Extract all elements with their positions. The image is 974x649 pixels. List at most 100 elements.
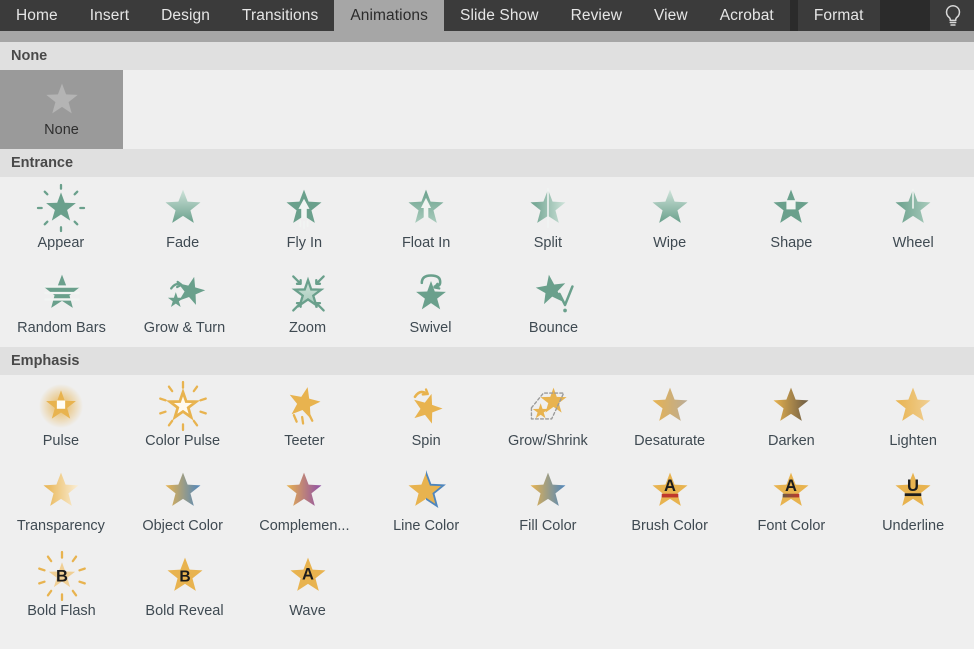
- animation-tile-brush-color[interactable]: A Brush Color: [609, 460, 731, 545]
- gallery-row: Appear Fade Fly In Float In Split Wipe Shape Wh…: [0, 177, 974, 262]
- animation-tile-label: Fade: [166, 235, 200, 251]
- animation-tile-appear[interactable]: Appear: [0, 177, 122, 262]
- animation-tile-transparency[interactable]: Transparency: [0, 460, 122, 545]
- section-rows-emphasis: Pulse Color Pulse Teeter Spin Grow/Shrink Des…: [0, 375, 974, 630]
- line-color-star-icon: [400, 466, 452, 516]
- ribbon-tab-acrobat[interactable]: Acrobat: [703, 0, 790, 31]
- underline-star-icon: U: [887, 466, 939, 516]
- animation-tile-bold-reveal[interactable]: B Bold Reveal: [123, 545, 246, 630]
- animation-tile-pulse[interactable]: Pulse: [0, 375, 122, 460]
- random-bars-star-icon: [36, 268, 88, 318]
- ribbon-tab-label: Transitions: [241, 6, 319, 24]
- svg-text:B: B: [179, 569, 190, 586]
- animation-tile-bounce[interactable]: Bounce: [492, 262, 615, 347]
- animation-tile-darken[interactable]: Darken: [731, 375, 853, 460]
- ribbon-tab-label: View: [653, 6, 688, 24]
- grow-and-turn-star-icon: [159, 268, 211, 318]
- zoom-star-icon: [282, 268, 334, 318]
- animation-tile-wave[interactable]: A Wave: [246, 545, 369, 630]
- lighten-star-icon: [887, 381, 939, 431]
- animation-tile-none[interactable]: None: [0, 70, 123, 149]
- svg-text:A: A: [302, 565, 314, 584]
- animation-tile-color-pulse[interactable]: Color Pulse: [122, 375, 244, 460]
- wipe-star-icon: [644, 183, 696, 233]
- appear-star-icon: [35, 183, 87, 233]
- animation-tile-fade[interactable]: Fade: [122, 177, 244, 262]
- ribbon-tab-label: Slide Show: [460, 6, 539, 24]
- animation-tile-label: Desaturate: [634, 433, 706, 449]
- animation-tile-grow-shrink[interactable]: Grow/Shrink: [487, 375, 609, 460]
- gallery-row: Random Bars Grow & Turn Zoom Swivel Bounce: [0, 262, 974, 347]
- animation-tile-fly-in[interactable]: Fly In: [244, 177, 366, 262]
- animation-tile-lighten[interactable]: Lighten: [852, 375, 974, 460]
- ribbon-tab-animations[interactable]: Animations: [334, 0, 445, 31]
- animation-tile-float-in[interactable]: Float In: [365, 177, 487, 262]
- ribbon-tab-label: Design: [161, 6, 210, 24]
- animation-tile-shape[interactable]: Shape: [731, 177, 853, 262]
- gallery-row: Pulse Color Pulse Teeter Spin Grow/Shrink Des…: [0, 375, 974, 460]
- ribbon-tab-view[interactable]: View: [637, 0, 704, 31]
- animation-tile-label: Font Color: [757, 518, 826, 534]
- animation-tile-wipe[interactable]: Wipe: [609, 177, 731, 262]
- lightbulb-icon: [945, 4, 961, 26]
- animation-tile-random-bars[interactable]: Random Bars: [0, 262, 123, 347]
- complementary-color-star-icon: [278, 466, 330, 516]
- animation-tile-bold-flash[interactable]: B Bold Flash: [0, 545, 123, 630]
- fill-color-star-icon: [522, 466, 574, 516]
- animation-tile-underline[interactable]: U Underline: [852, 460, 974, 545]
- bounce-star-icon: [528, 268, 580, 318]
- animation-tile-desaturate[interactable]: Desaturate: [609, 375, 731, 460]
- section-header-label: None: [11, 48, 48, 64]
- section-header-label: Entrance: [11, 155, 74, 171]
- animation-tile-fill-color[interactable]: Fill Color: [487, 460, 609, 545]
- pulse-star-icon: [35, 381, 87, 431]
- animation-tile-label: Bounce: [528, 320, 579, 336]
- bold-reveal-star-icon: B: [159, 551, 211, 601]
- ribbon-tab-label: Home: [16, 6, 58, 24]
- svg-text:U: U: [907, 476, 919, 495]
- ribbon-tab-review[interactable]: Review: [554, 0, 638, 31]
- animation-tile-label: Fill Color: [519, 518, 577, 534]
- ribbon-tab-insert[interactable]: Insert: [73, 0, 146, 31]
- gallery-row: None: [0, 70, 974, 149]
- ribbon-tab-slide-show[interactable]: Slide Show: [444, 0, 555, 31]
- animation-tile-line-color[interactable]: Line Color: [365, 460, 487, 545]
- section-header-entrance: Entrance: [0, 149, 974, 177]
- animation-tile-label: Complemen...: [259, 518, 350, 534]
- animation-tile-complemen[interactable]: Complemen...: [244, 460, 366, 545]
- ribbon-tab-home[interactable]: Home: [0, 0, 74, 31]
- animation-tile-wheel[interactable]: Wheel: [852, 177, 974, 262]
- animation-tile-split[interactable]: Split: [487, 177, 609, 262]
- animation-tile-teeter[interactable]: Teeter: [244, 375, 366, 460]
- animation-tile-label: Shape: [770, 235, 813, 251]
- ribbon-tab-label: Insert: [89, 6, 130, 24]
- animation-tile-label: Object Color: [142, 518, 223, 534]
- animation-tile-label: Underline: [882, 518, 945, 534]
- animation-tile-grow-turn[interactable]: Grow & Turn: [123, 262, 246, 347]
- desaturate-star-icon: [644, 381, 696, 431]
- animation-tile-label: Wheel: [892, 235, 934, 251]
- fly-in-star-icon: [278, 183, 330, 233]
- animation-tile-label: Lighten: [889, 433, 937, 449]
- animation-tile-object-color[interactable]: Object Color: [122, 460, 244, 545]
- none-star-icon: [36, 80, 88, 120]
- svg-text:A: A: [664, 476, 676, 495]
- animation-tile-spin[interactable]: Spin: [365, 375, 487, 460]
- ribbon-tab-design[interactable]: Design: [145, 0, 226, 31]
- darken-star-icon: [765, 381, 817, 431]
- wave-star-icon: A: [282, 551, 334, 601]
- ribbon-tab-format[interactable]: Format: [797, 0, 880, 31]
- animation-tile-swivel[interactable]: Swivel: [369, 262, 492, 347]
- gallery-row: Transparency Object Color Complemen... Line…: [0, 460, 974, 545]
- tell-me-button[interactable]: [930, 0, 974, 31]
- shape-star-icon: [765, 183, 817, 233]
- animation-tile-label: Pulse: [42, 433, 80, 449]
- grow-shrink-star-icon: [522, 381, 574, 431]
- animation-tile-zoom[interactable]: Zoom: [246, 262, 369, 347]
- ribbon-tab-label: Review: [570, 6, 622, 24]
- animation-gallery: None None Entrance Appear Fade Fly In Float In…: [0, 42, 974, 649]
- section-rows-none: None: [0, 70, 974, 149]
- animation-tile-font-color[interactable]: A Font Color: [731, 460, 853, 545]
- ribbon-tab-transitions[interactable]: Transitions: [225, 0, 335, 31]
- ribbon-underline: [0, 31, 974, 42]
